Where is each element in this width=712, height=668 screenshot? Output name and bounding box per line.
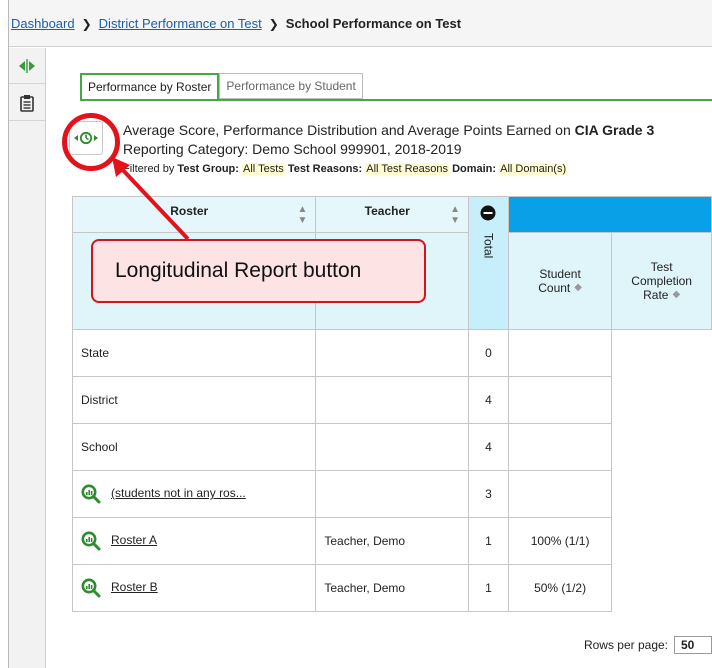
completion-rate-cell <box>507 376 613 424</box>
completion-rate-cell <box>507 423 613 471</box>
test-reasons-chip: All Test Reasons <box>365 163 449 175</box>
breadcrumb: Dashboard ❯ District Performance on Test ❯ S… <box>9 0 712 47</box>
breadcrumb-district-performance[interactable]: District Performance on Test <box>99 16 262 31</box>
rows-per-page: Rows per page: 50 <box>584 636 712 654</box>
completion-rate-cell: 100% (1/1) <box>507 517 613 565</box>
chevron-right-icon: ❯ <box>81 17 92 31</box>
chevron-right-icon: ❯ <box>268 17 279 31</box>
student-count-cell: 0 <box>468 329 509 377</box>
report-title: Average Score, Performance Distribution … <box>123 122 655 138</box>
student-count-cell: 3 <box>468 470 509 518</box>
rows-per-page-select[interactable]: 50 <box>674 636 712 654</box>
magnify-chart-icon[interactable] <box>81 531 101 551</box>
table-row: Roster A Teacher, Demo 1 100% (1/1) <box>71 517 712 565</box>
collapse-minus-icon[interactable] <box>480 205 496 221</box>
sort-icon[interactable]: ◆ <box>574 282 582 293</box>
magnify-chart-icon[interactable] <box>81 484 101 504</box>
table-row: (students not in any ros... 3 <box>71 470 712 518</box>
breadcrumb-current: School Performance on Test <box>285 16 462 31</box>
teacher-cell <box>315 376 470 424</box>
student-count-cell: 1 <box>468 517 509 565</box>
main-content: Performance by Roster Performance by Stud… <box>47 48 712 668</box>
breadcrumb-dashboard[interactable]: Dashboard <box>11 16 75 31</box>
roster-cell: State <box>71 329 317 377</box>
column-header-teacher[interactable]: Teacher ▲ ▼ <box>315 196 470 233</box>
teacher-cell <box>315 423 470 471</box>
expand-collapse-button[interactable] <box>9 48 45 84</box>
roster-link[interactable]: (students not in any ros... <box>111 486 246 500</box>
roster-cell: (students not in any ros... <box>71 470 317 518</box>
teacher-cell <box>315 329 470 377</box>
longitudinal-report-button[interactable] <box>69 121 103 155</box>
table-row: District 4 <box>71 376 712 424</box>
table-row: State 0 <box>71 329 712 377</box>
table-row: School 4 <box>71 423 712 471</box>
tab-performance-by-roster[interactable]: Performance by Roster <box>80 73 220 101</box>
student-count-cell: 1 <box>468 564 509 612</box>
teacher-cell: Teacher, Demo <box>315 517 470 565</box>
sort-icon[interactable]: ▲ ▼ <box>297 204 307 226</box>
table-body: State 0 District 4 School 4 (students not in a… <box>71 329 712 612</box>
completion-rate-cell <box>507 470 613 518</box>
callout-arrow <box>112 157 190 241</box>
sort-icon[interactable]: ▲ ▼ <box>450 204 460 226</box>
report-tabs: Performance by Roster Performance by Stud… <box>80 73 363 101</box>
student-count-cell: 4 <box>468 423 509 471</box>
callout-label: Longitudinal Report button <box>91 239 426 303</box>
magnify-chart-icon[interactable] <box>81 578 101 598</box>
tab-underline <box>80 99 712 101</box>
clipboard-button[interactable] <box>9 85 45 121</box>
history-clock-icon <box>74 131 98 145</box>
total-column: Total <box>468 196 509 330</box>
roster-cell: Roster A <box>71 517 317 565</box>
total-label: Total <box>481 233 496 259</box>
sort-icon[interactable]: ◆ <box>672 289 680 300</box>
table-row: Roster B Teacher, Demo 1 50% (1/2) <box>71 564 712 612</box>
expand-collapse-icon <box>19 58 35 73</box>
teacher-cell: Teacher, Demo <box>315 564 470 612</box>
left-sidebar <box>9 48 46 668</box>
completion-rate-cell: 50% (1/2) <box>507 564 613 612</box>
performance-group-header <box>507 196 712 233</box>
roster-cell: School <box>71 423 317 471</box>
roster-cell: District <box>71 376 317 424</box>
roster-link[interactable]: Roster A <box>111 533 157 547</box>
domain-chip: All Domain(s) <box>499 163 568 175</box>
teacher-cell <box>315 470 470 518</box>
column-header-completion-rate[interactable]: Test Completion Rate ◆ <box>611 232 712 330</box>
roster-cell: Roster B <box>71 564 317 612</box>
completion-rate-cell <box>507 329 613 377</box>
column-header-student-count[interactable]: Student Count ◆ <box>507 232 613 330</box>
roster-link[interactable]: Roster B <box>111 580 158 594</box>
student-count-cell: 4 <box>468 376 509 424</box>
test-group-chip: All Tests <box>242 163 285 175</box>
tab-performance-by-student[interactable]: Performance by Student <box>219 73 363 99</box>
clipboard-icon <box>20 94 34 112</box>
